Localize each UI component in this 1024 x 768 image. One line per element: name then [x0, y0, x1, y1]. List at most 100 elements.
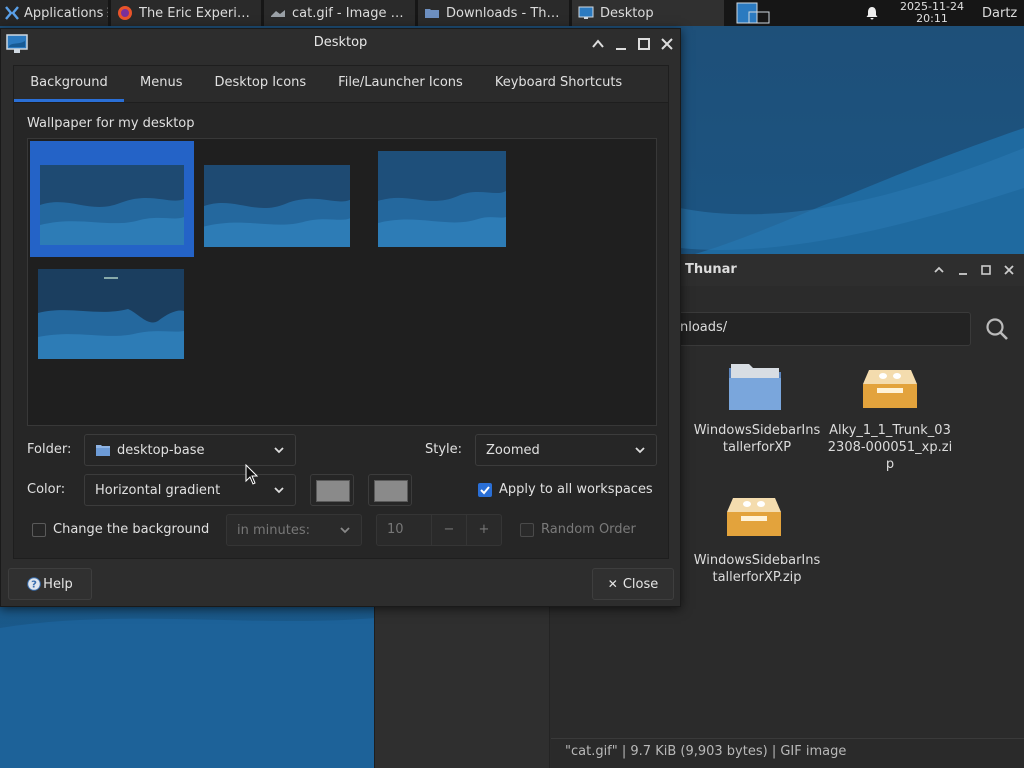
maximize-icon[interactable] — [635, 35, 653, 53]
maximize-icon[interactable] — [980, 264, 992, 276]
color-select[interactable]: Horizontal gradient — [84, 474, 296, 506]
random-order-label: Random Order — [541, 522, 636, 537]
archive-icon — [863, 370, 917, 408]
apply-all-label: Apply to all workspaces — [499, 482, 653, 497]
file-name-line: 2308-000051_xp.zi — [827, 440, 953, 455]
change-background-label: Change the background — [53, 522, 210, 537]
taskbar-item-label: Desktop — [600, 5, 654, 21]
taskbar-item-label: Downloads - Thu... — [446, 5, 563, 21]
apply-all-workspaces-checkbox[interactable]: Apply to all workspaces — [478, 482, 653, 497]
file-name-line: tallerforXP.zip — [712, 570, 802, 585]
help-label: Help — [43, 576, 73, 592]
primary-color-button[interactable] — [310, 474, 354, 506]
help-icon: ? — [27, 577, 41, 591]
chevron-down-icon — [635, 447, 645, 454]
tab-keyboard-shortcuts[interactable]: Keyboard Shortcuts — [479, 66, 638, 102]
color-label: Color: — [27, 482, 66, 497]
clock[interactable]: 2025-11-24 20:11 — [892, 1, 972, 25]
wallpaper-image — [378, 151, 506, 247]
folder-icon — [96, 445, 110, 456]
folder-icon — [729, 364, 781, 410]
minimize-icon[interactable] — [612, 35, 630, 53]
interval-unit-value: in minutes: — [237, 522, 310, 538]
file-name-line: p — [885, 457, 895, 472]
checkmark-icon — [480, 485, 490, 494]
color-swatch — [316, 480, 350, 502]
desktop-settings-dialog: Desktop Background Menus Desktop Icons F… — [0, 28, 681, 607]
search-icon[interactable] — [985, 317, 1009, 341]
style-value: Zoomed — [486, 442, 540, 458]
chevron-down-icon — [274, 487, 284, 494]
change-background-checkbox[interactable]: Change the background — [32, 522, 209, 537]
taskbar-item-browser[interactable]: The Eric Experim... — [111, 0, 261, 26]
help-button[interactable]: ? Help — [8, 568, 92, 600]
settings-notebook: Background Menus Desktop Icons File/Laun… — [13, 65, 669, 559]
taskbar-item-label: The Eric Experim... — [139, 5, 255, 21]
folder-value: desktop-base — [117, 442, 205, 458]
checkbox-box — [478, 482, 492, 497]
firefox-icon — [118, 6, 132, 20]
maximize-up-icon[interactable] — [933, 264, 945, 276]
color-value: Horizontal gradient — [95, 482, 221, 498]
applications-menu-button[interactable]: Applications ☰ — [0, 0, 108, 26]
wallpaper-thumbnail[interactable] — [38, 269, 184, 359]
wallpaper-label: Wallpaper for my desktop — [27, 116, 195, 131]
status-bar: "cat.gif" | 9.7 KiB (9,903 bytes) | GIF … — [551, 738, 1024, 768]
close-icon[interactable] — [1003, 264, 1015, 276]
minimize-icon[interactable] — [957, 264, 969, 276]
wallpaper-image — [204, 165, 350, 247]
maximize-up-icon[interactable] — [589, 35, 607, 53]
wallpaper-image — [40, 165, 184, 245]
checkbox-box — [32, 522, 46, 537]
close-icon[interactable] — [658, 35, 676, 53]
style-select[interactable]: Zoomed — [475, 434, 657, 466]
close-button[interactable]: ✕ Close — [592, 568, 674, 600]
file-name-line: tallerforXP — [722, 440, 792, 455]
bell-icon — [866, 7, 878, 20]
user-name[interactable]: Dartz — [976, 0, 1024, 26]
folder-select[interactable]: desktop-base — [84, 434, 296, 466]
color-swatch — [374, 480, 408, 502]
xfce-logo-icon — [5, 6, 19, 20]
interval-unit-select[interactable]: in minutes: — [226, 514, 362, 546]
tab-file-launcher-icons[interactable]: File/Launcher Icons — [322, 66, 479, 102]
dialog-titlebar[interactable]: Desktop — [1, 29, 680, 59]
chevron-down-icon — [340, 527, 350, 534]
tab-menus[interactable]: Menus — [124, 66, 198, 102]
decrement-button[interactable]: − — [431, 515, 466, 545]
style-label: Style: — [425, 442, 463, 457]
file-name-line: WindowsSidebarIns — [693, 553, 821, 568]
secondary-color-button[interactable] — [368, 474, 412, 506]
taskbar-item-desktop[interactable]: Desktop — [572, 0, 724, 26]
folder-label: Folder: — [27, 442, 72, 457]
desktop-settings-icon — [578, 6, 594, 19]
notifications-button[interactable] — [860, 0, 884, 26]
svg-text:?: ? — [31, 580, 37, 591]
close-label: Close — [622, 576, 659, 592]
mouse-cursor — [245, 464, 259, 485]
applications-label: Applications — [24, 5, 104, 21]
workspace-switcher[interactable] — [733, 0, 773, 26]
clock-time: 20:11 — [916, 12, 948, 25]
file-name-line: Alky_1_1_Trunk_03 — [829, 423, 951, 438]
taskbar-item-image-viewer[interactable]: cat.gif - Image V... — [264, 0, 415, 26]
tab-bar: Background Menus Desktop Icons File/Laun… — [14, 66, 668, 103]
tab-desktop-icons[interactable]: Desktop Icons — [198, 66, 322, 102]
interval-spinner[interactable]: 10 − + — [376, 514, 502, 546]
location-bar[interactable]: nloads/ — [675, 312, 971, 346]
tab-background[interactable]: Background — [14, 66, 124, 102]
panel-separator: ☰ — [106, 6, 108, 21]
close-icon: ✕ — [607, 577, 618, 591]
interval-value[interactable]: 10 — [377, 515, 431, 545]
wallpaper-thumbnail[interactable] — [378, 151, 506, 247]
wallpaper-grid[interactable] — [27, 138, 657, 426]
wallpaper-thumbnail[interactable] — [204, 165, 350, 247]
random-order-checkbox[interactable]: Random Order — [520, 522, 636, 537]
checkbox-box — [520, 522, 534, 537]
folder-icon — [425, 9, 439, 18]
increment-button[interactable]: + — [466, 515, 501, 545]
wallpaper-thumbnail-selected[interactable] — [30, 141, 194, 257]
taskbar-item-thunar[interactable]: Downloads - Thu... — [418, 0, 569, 26]
archive-icon — [727, 498, 781, 536]
workspace-icon — [736, 2, 770, 24]
